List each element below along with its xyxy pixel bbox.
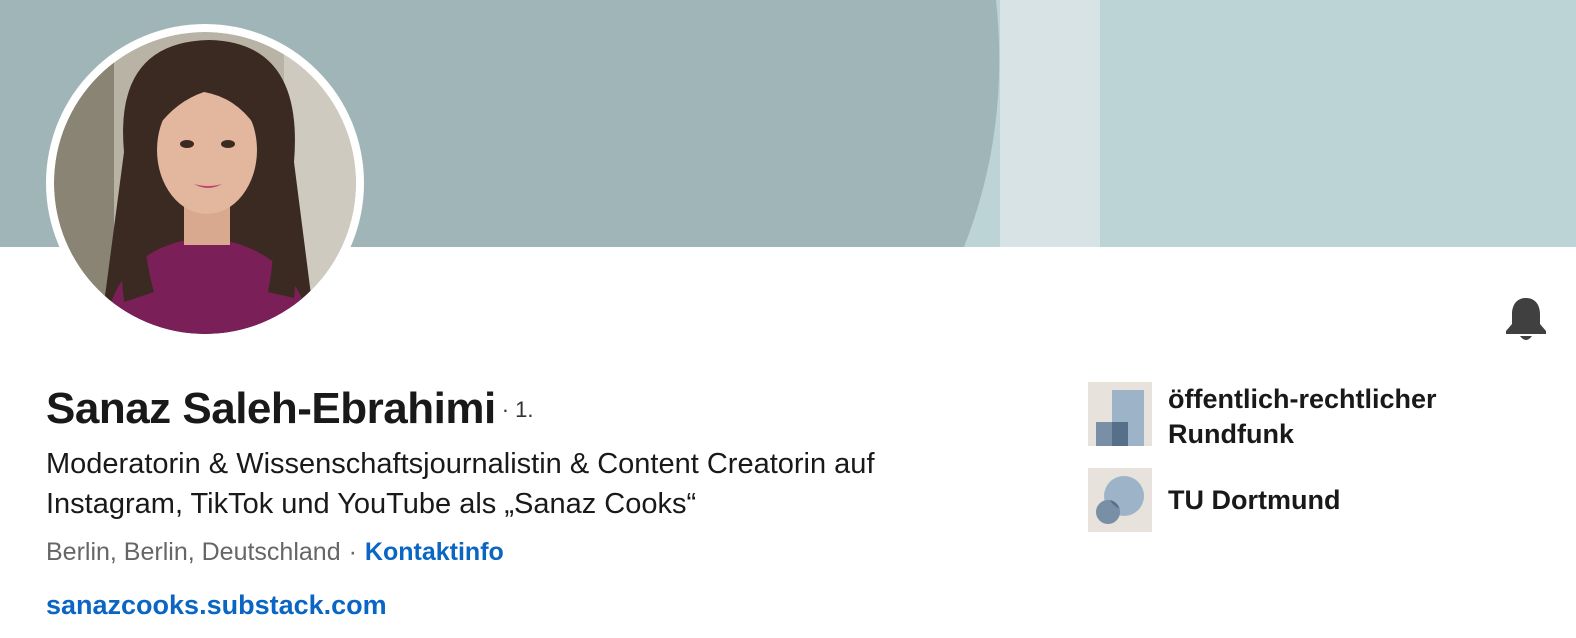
profile-name: Sanaz Saleh-Ebrahimi — [46, 384, 496, 433]
notification-bell-button[interactable] — [1504, 296, 1548, 342]
affiliation-company-label: öffentlich-rechtlicher Rundfunk — [1168, 384, 1437, 449]
profile-photo-image — [54, 32, 356, 334]
profile-top-card: Sanaz Saleh-Ebrahimi · 1. Moderatorin & W… — [0, 0, 1576, 638]
location-separator: · — [348, 538, 357, 566]
contact-info-link[interactable]: Kontaktinfo — [365, 538, 504, 566]
bell-icon — [1506, 298, 1546, 340]
school-logo-placeholder-icon — [1088, 468, 1152, 532]
name-row: Sanaz Saleh-Ebrahimi · 1. — [46, 384, 534, 434]
connection-degree: · 1. — [501, 397, 534, 422]
affiliation-school[interactable]: TU Dortmund — [1088, 468, 1528, 532]
affiliation-company[interactable]: öffentlich-rechtlicher Rundfunk — [1088, 382, 1528, 452]
affiliation-school-label: TU Dortmund — [1168, 485, 1341, 515]
profile-photo[interactable] — [46, 24, 364, 342]
profile-headline: Moderatorin & Wissenschaftsjournalistin … — [46, 448, 875, 520]
profile-location: Berlin, Berlin, Deutschland — [46, 538, 341, 566]
website-link[interactable]: sanazcooks.substack.com — [46, 590, 387, 621]
company-logo-placeholder-icon — [1088, 382, 1152, 446]
location-row: Berlin, Berlin, Deutschland · Kontaktinfo — [46, 538, 504, 567]
